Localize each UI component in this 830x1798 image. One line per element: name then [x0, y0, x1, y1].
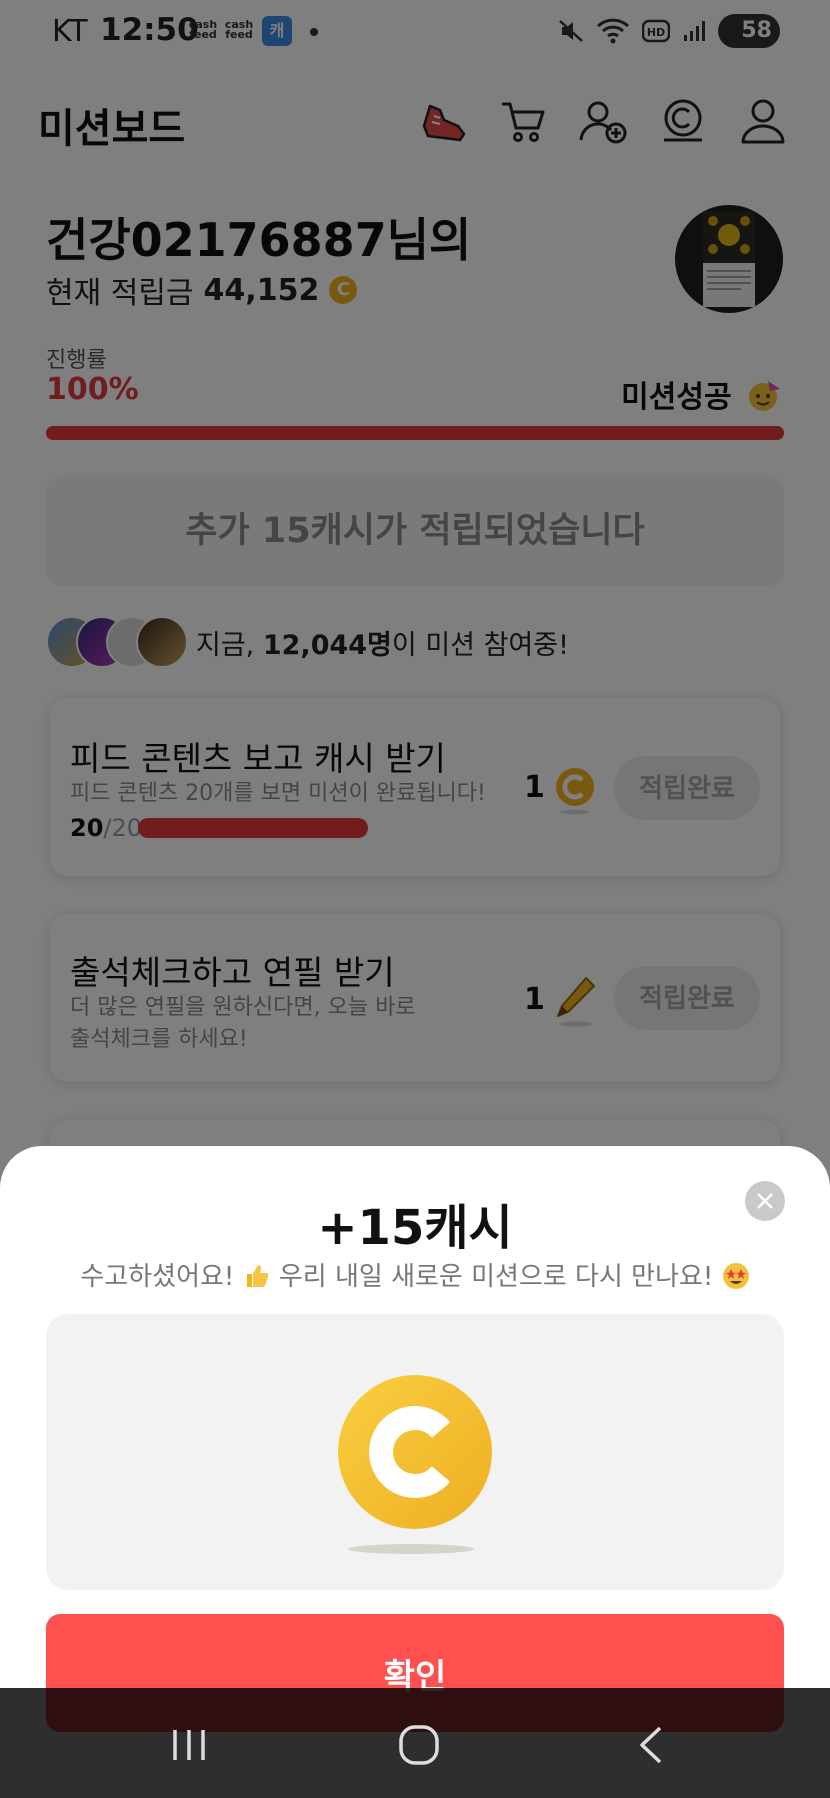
star-eyes-icon [722, 1263, 749, 1289]
system-navigation-bar [0, 1688, 830, 1798]
reward-subtitle-b: 우리 내일 새로운 미션으로 다시 만나요! [278, 1262, 714, 1292]
recent-apps-icon [173, 1730, 205, 1760]
big-coin-icon [338, 1375, 492, 1529]
reward-illustration [46, 1314, 784, 1590]
thumbs-up-icon [246, 1265, 268, 1287]
reward-subtitle-a: 수고하셨어요! [80, 1262, 235, 1292]
home-button[interactable] [394, 1720, 444, 1770]
back-button[interactable] [628, 1720, 678, 1770]
reward-title: +15캐시 [317, 1200, 513, 1256]
coin-shadow [348, 1544, 474, 1554]
home-icon [399, 1725, 439, 1765]
mission-board-page: KT 12:50 cash feed cash feed 캐 HD 58 미션보… [0, 0, 830, 1798]
reward-subtitle: 수고하셨어요! 우리 내일 새로운 미션으로 다시 만나요! [0, 1256, 830, 1293]
recent-apps-button[interactable] [164, 1720, 214, 1770]
back-icon [640, 1726, 662, 1764]
